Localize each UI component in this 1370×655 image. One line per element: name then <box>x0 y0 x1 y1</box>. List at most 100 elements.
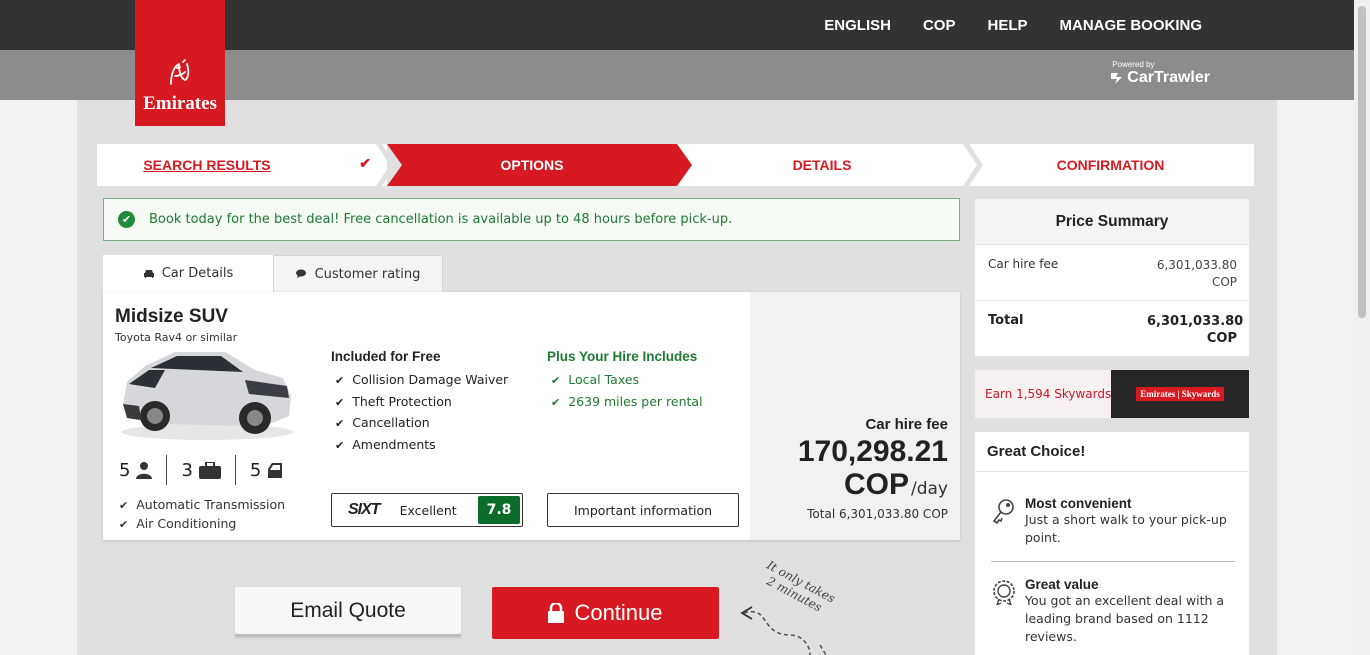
step-details: DETAILS <box>677 144 967 186</box>
car-door-icon <box>268 462 283 478</box>
fee-label: Car hire fee <box>865 416 948 433</box>
fee-total: Total 6,301,033.80 COP <box>807 507 948 521</box>
summary-total-row: Total 6,301,033.80 COP <box>975 301 1249 357</box>
emirates-calligraphy-icon <box>170 59 190 85</box>
included-list: Collision Damage Waiver Theft Protection… <box>335 370 508 456</box>
nav-currency[interactable]: COP <box>923 17 956 34</box>
important-information-button[interactable]: Important information <box>547 493 739 527</box>
progress-steps: SEARCH RESULTS ✔ DETAILS CONFIRMATION OP… <box>97 144 1254 186</box>
car-card: Midsize SUV Toyota Rav4 or similar 5 3 5… <box>103 292 960 540</box>
reason-divider <box>991 561 1235 562</box>
check-icon: ✔ <box>359 155 371 171</box>
fee-currency: COP/day <box>844 468 948 502</box>
plus-title: Plus Your Hire Includes <box>547 349 698 364</box>
price-summary-title: Price Summary <box>975 199 1249 245</box>
plus-item: 2639 miles per rental <box>551 392 702 414</box>
car-specs: 5 3 5 <box>119 455 297 485</box>
step-search-label[interactable]: SEARCH RESULTS <box>143 157 270 173</box>
notice-text: Book today for the best deal! Free cance… <box>149 212 733 227</box>
skywards-badge-text: Emirates | Skywards <box>1136 387 1224 401</box>
person-icon <box>136 462 153 479</box>
reason-desc: You got an excellent deal with a leading… <box>1025 593 1225 644</box>
powered-by-label: Powered by <box>1112 60 1155 69</box>
scrollbar-thumb[interactable] <box>1358 6 1366 318</box>
nav-help[interactable]: HELP <box>987 17 1027 34</box>
tab-customer-rating[interactable]: Customer rating <box>273 255 443 292</box>
tab-car-details-label: Car Details <box>161 266 234 281</box>
page-scrollbar[interactable] <box>1354 0 1370 655</box>
continue-label: Continue <box>574 600 663 625</box>
bags-count: 3 <box>181 459 193 481</box>
fee-amount: 170,298.21 <box>797 435 948 468</box>
plus-item: Local Taxes <box>551 370 703 392</box>
supplier-rating[interactable]: SIXT Excellent 7.8 <box>331 493 523 527</box>
feature-item: Air Conditioning <box>119 515 285 534</box>
deal-notice: ✔ Book today for the best deal! Free can… <box>103 198 960 241</box>
nav-manage-booking[interactable]: MANAGE BOOKING <box>1060 17 1203 34</box>
summary-fee-row: Car hire fee 6,301,033.80 COP <box>975 245 1249 301</box>
reason-title: Most convenient <box>1025 496 1132 511</box>
dashed-arrow-icon <box>740 606 827 655</box>
continue-button[interactable]: Continue <box>492 587 719 639</box>
spec-bags: 3 <box>166 455 234 485</box>
tab-customer-rating-label: Customer rating <box>314 266 421 282</box>
badge-icon <box>993 580 1015 605</box>
price-summary: Price Summary Car hire fee 6,301,033.80 … <box>974 198 1250 357</box>
nav-language[interactable]: ENGLISH <box>824 17 891 34</box>
rating-score: 7.8 <box>478 496 520 524</box>
sixt-logo: SIXT <box>348 501 381 518</box>
cartrawler-logo: Powered by CarTrawler <box>1110 60 1210 87</box>
lock-icon <box>548 603 565 623</box>
step-divider <box>963 144 983 186</box>
reason-title: Great value <box>1025 577 1099 592</box>
key-icon <box>992 499 1014 524</box>
spec-seats: 5 <box>119 455 166 485</box>
car-tabs: Car Details Customer rating <box>103 255 443 292</box>
included-item: Collision Damage Waiver <box>335 370 508 392</box>
included-item: Amendments <box>335 435 508 457</box>
skywards-logo: Emirates | Skywards <box>1111 370 1249 418</box>
reason-value: Great value You got an excellent deal wi… <box>991 577 1235 646</box>
seats-count: 5 <box>119 459 131 481</box>
included-item: Theft Protection <box>335 392 508 414</box>
summary-total-label: Total <box>988 313 1024 328</box>
included-title: Included for Free <box>331 349 441 364</box>
currency-code: COP <box>843 468 909 501</box>
tab-car-details[interactable]: Car Details <box>103 255 273 292</box>
suitcase-icon <box>198 461 221 479</box>
included-item: Cancellation <box>335 413 508 435</box>
reason-desc: Just a short walk to your pick-up point. <box>1025 512 1227 545</box>
cartrawler-brand: CarTrawler <box>1127 69 1210 86</box>
logo-text: Emirates <box>143 93 217 114</box>
car-title: Midsize SUV <box>115 306 228 327</box>
summary-total-value: 6,301,033.80 COP <box>1147 314 1244 346</box>
step-details-label: DETAILS <box>792 157 852 173</box>
step-search-results[interactable]: SEARCH RESULTS ✔ <box>97 144 387 186</box>
summary-fee-value: 6,301,033.80 COP <box>1156 258 1237 289</box>
emirates-logo[interactable]: Emirates <box>135 0 225 126</box>
rating-label: Excellent <box>399 502 457 518</box>
doors-count: 5 <box>249 459 262 481</box>
step-options: OPTIONS <box>387 144 677 186</box>
summary-fee-label: Car hire fee <box>988 257 1059 271</box>
step-options-label: OPTIONS <box>500 157 564 173</box>
car-icon <box>143 269 154 278</box>
cartrawler-icon <box>1111 73 1123 84</box>
car-features: Automatic Transmission Air Conditioning <box>119 496 285 534</box>
spec-doors: 5 <box>234 455 297 485</box>
step-confirmation: CONFIRMATION <box>967 144 1254 186</box>
skywards-banner: Earn 1,594 Skywards Miles Emirates | Sky… <box>974 369 1250 419</box>
per-day: /day <box>911 479 948 499</box>
car-subtitle: Toyota Rav4 or similar <box>115 331 238 344</box>
check-circle-icon: ✔ <box>118 211 135 228</box>
plus-list: Local Taxes 2639 miles per rental <box>551 370 703 414</box>
step-confirmation-label: CONFIRMATION <box>1056 157 1165 173</box>
top-nav: ENGLISH COP HELP MANAGE BOOKING <box>824 17 1202 34</box>
feature-item: Automatic Transmission <box>119 496 285 515</box>
reason-convenient: Most convenient Just a short walk to you… <box>991 496 1235 547</box>
chat-bubbles-icon <box>295 269 306 278</box>
great-choice-title: Great Choice! <box>975 432 1249 472</box>
car-image <box>121 352 293 440</box>
email-quote-button[interactable]: Email Quote <box>235 587 461 637</box>
great-choice-panel: Great Choice! Most convenient Just a sho… <box>974 431 1250 655</box>
